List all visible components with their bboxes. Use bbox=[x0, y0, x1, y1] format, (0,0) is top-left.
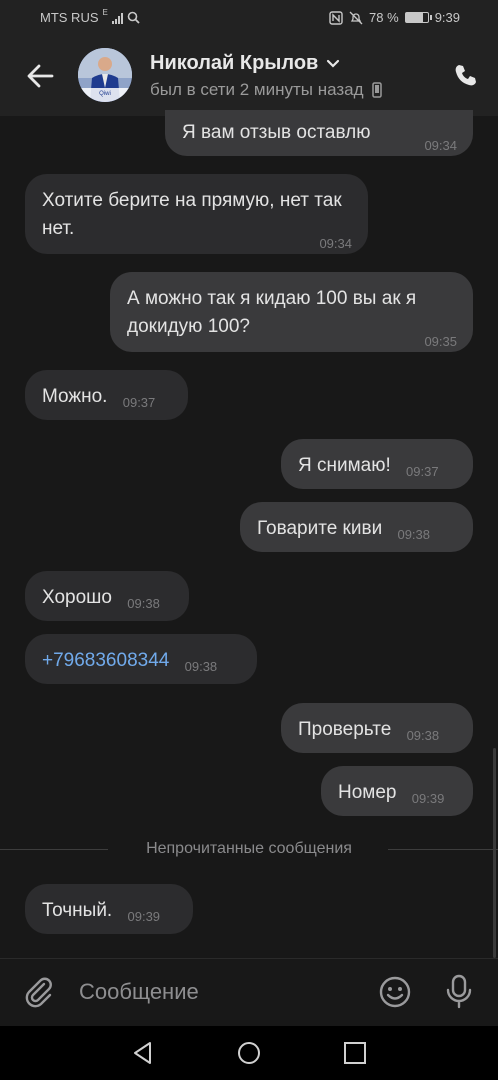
message-text: Можно. bbox=[42, 386, 108, 407]
message-text: Говарите киви bbox=[257, 518, 383, 539]
phone-icon[interactable] bbox=[452, 62, 480, 90]
message-time: 09:35 bbox=[424, 334, 457, 349]
contact-name-row[interactable]: Николай Крылов bbox=[150, 52, 340, 75]
message-bubble[interactable]: Я снимаю! 09:37 bbox=[281, 439, 473, 489]
last-seen-row: был в сети 2 минуты назад bbox=[150, 80, 382, 100]
composer-bar bbox=[0, 958, 498, 1026]
message-bubble[interactable]: Можно. 09:37 bbox=[25, 370, 188, 420]
avatar-qiwi-text: Qiwi bbox=[99, 91, 111, 97]
message-bubble[interactable]: Номер 09:39 bbox=[321, 766, 473, 816]
status-right: 78 % 9:39 bbox=[329, 10, 460, 25]
message-time: 09:37 bbox=[406, 464, 439, 479]
divider-line-right bbox=[388, 849, 498, 850]
message-time: 09:38 bbox=[127, 596, 160, 611]
signal-icon bbox=[111, 12, 123, 24]
message-bubble[interactable]: Хотите берите на прямую, нет так нет. 09… bbox=[25, 174, 368, 254]
microphone-icon[interactable] bbox=[444, 974, 474, 1010]
message-text: Я снимаю! bbox=[298, 455, 391, 476]
message-bubble[interactable]: Точный. 09:39 bbox=[25, 884, 193, 934]
mute-bell-icon bbox=[349, 11, 363, 24]
battery-icon bbox=[404, 12, 432, 23]
message-bubble[interactable]: Я вам отзыв оставлю 09:34 bbox=[165, 110, 473, 156]
battery-percent: 78 % bbox=[369, 10, 399, 25]
message-time: 09:38 bbox=[406, 728, 440, 743]
mobile-device-icon bbox=[371, 82, 382, 98]
contact-name: Николай Крылов bbox=[150, 52, 319, 74]
message-time: 09:37 bbox=[122, 395, 156, 410]
message-text: Проверьте bbox=[298, 719, 392, 740]
system-nav-bar bbox=[0, 1026, 498, 1080]
network-type: E bbox=[102, 8, 108, 17]
message-time: 09:38 bbox=[184, 659, 218, 674]
message-text: Точный. bbox=[42, 900, 113, 921]
phone-number-link[interactable]: +79683608344 bbox=[42, 650, 169, 671]
nav-recents-icon[interactable] bbox=[342, 1040, 368, 1066]
message-text: Номер bbox=[338, 782, 397, 803]
avatar[interactable]: Qiwi bbox=[78, 48, 132, 102]
avatar-picture: Qiwi bbox=[78, 48, 132, 102]
chat-header: Qiwi Николай Крылов был в сети 2 минуты … bbox=[0, 36, 498, 116]
message-bubble[interactable]: Говарите киви 09:38 bbox=[240, 502, 473, 552]
back-arrow-icon[interactable] bbox=[22, 58, 58, 94]
message-text: А можно так я кидаю 100 вы ак я докидую … bbox=[127, 288, 417, 337]
unread-divider: Непрочитанные сообщения bbox=[0, 838, 498, 862]
message-time: 09:34 bbox=[319, 236, 352, 251]
status-bar: MTS RUS E 78 % 9:39 bbox=[0, 0, 498, 36]
chevron-down-icon bbox=[327, 59, 340, 68]
message-input[interactable] bbox=[79, 979, 349, 1005]
nav-home-icon[interactable] bbox=[236, 1040, 262, 1066]
emoji-icon[interactable] bbox=[378, 975, 412, 1009]
nav-back-icon[interactable] bbox=[130, 1040, 156, 1066]
message-bubble[interactable]: +79683608344 09:38 bbox=[25, 634, 257, 684]
message-bubble[interactable]: А можно так я кидаю 100 вы ак я докидую … bbox=[110, 272, 473, 352]
message-bubble[interactable]: Проверьте 09:38 bbox=[281, 703, 473, 753]
message-text: Хотите берите на прямую, нет так нет. bbox=[42, 190, 342, 239]
message-time: 09:39 bbox=[411, 791, 445, 806]
message-time: 09:38 bbox=[397, 527, 431, 542]
nfc-icon bbox=[329, 10, 343, 25]
message-text: Я вам отзыв оставлю bbox=[182, 122, 371, 143]
last-seen-text: был в сети 2 минуты назад bbox=[150, 80, 364, 99]
carrier-name: MTS RUS bbox=[40, 10, 99, 25]
message-bubble[interactable]: Хорошо 09:38 bbox=[25, 571, 189, 621]
paperclip-icon[interactable] bbox=[22, 975, 56, 1009]
message-time: 09:34 bbox=[424, 138, 457, 153]
status-left: MTS RUS E bbox=[40, 8, 140, 25]
message-time: 09:39 bbox=[127, 909, 161, 924]
clock: 9:39 bbox=[434, 10, 460, 25]
search-icon bbox=[127, 11, 140, 24]
message-text: Хорошо bbox=[42, 587, 112, 608]
scrollbar-thumb[interactable] bbox=[493, 748, 496, 958]
battery-level-fill bbox=[405, 13, 423, 22]
